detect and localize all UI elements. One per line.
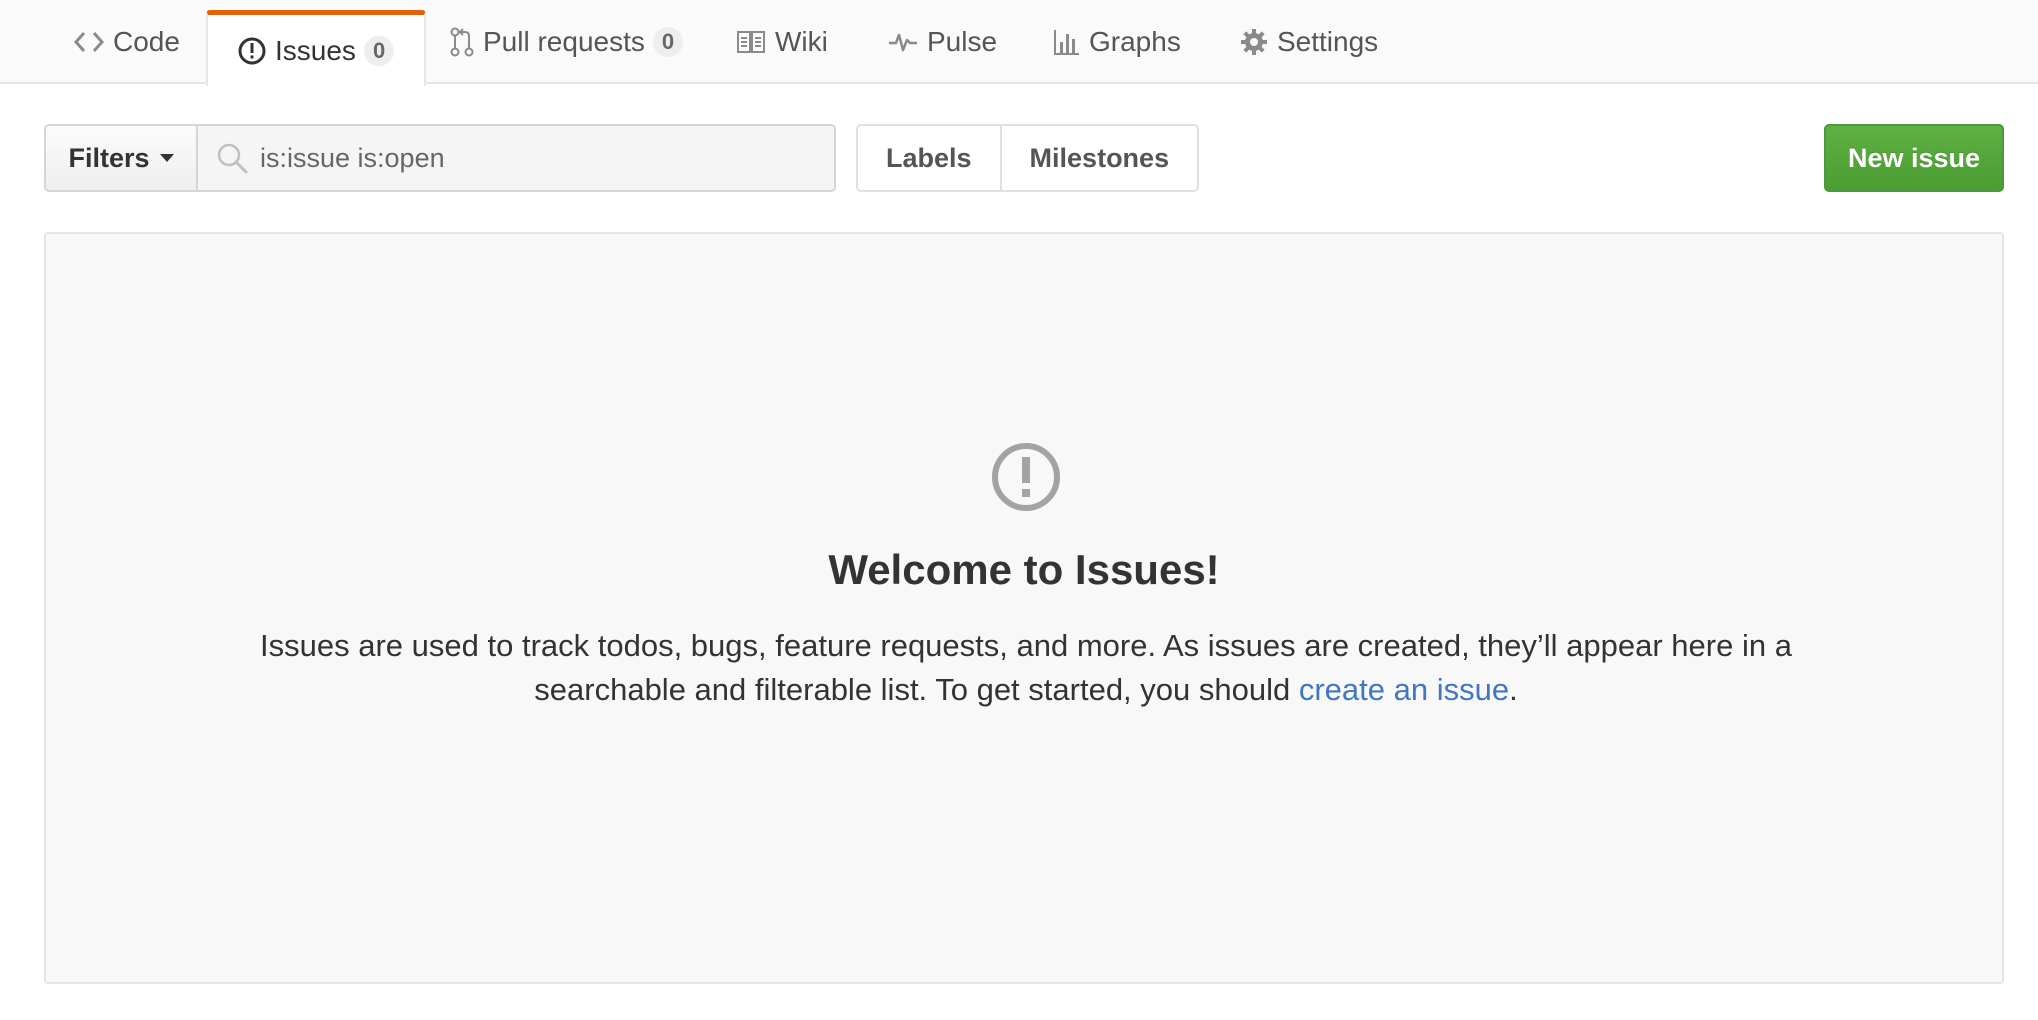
create-issue-link[interactable]: create an issue	[1299, 672, 1509, 707]
tab-code-label: Code	[113, 26, 180, 57]
tab-pulse-label: Pulse	[927, 26, 998, 57]
tab-issues[interactable]: Issues 0	[206, 10, 427, 86]
tab-pulse[interactable]: Pulse	[888, 0, 997, 84]
filters-search-group: Filters	[44, 124, 836, 192]
blankslate-description: Issues are used to track todos, bugs, fe…	[186, 624, 1866, 712]
blankslate-description-end: .	[1509, 672, 1518, 707]
tab-code[interactable]: Code	[74, 0, 180, 84]
new-issue-button[interactable]: New issue	[1824, 124, 2004, 192]
issue-opened-icon	[238, 37, 266, 65]
tab-settings[interactable]: Settings	[1240, 0, 1378, 84]
labels-button[interactable]: Labels	[858, 126, 1000, 190]
caret-down-icon	[159, 154, 174, 162]
tab-wiki-label: Wiki	[775, 26, 828, 57]
pulse-icon	[888, 30, 918, 54]
tab-pull-requests-label: Pull requests	[483, 26, 645, 57]
milestones-button[interactable]: Milestones	[999, 126, 1198, 190]
tab-graphs-label: Graphs	[1089, 26, 1181, 57]
book-icon	[736, 30, 766, 54]
issues-count-badge: 0	[363, 35, 395, 66]
labels-milestones-group: Labels Milestones	[856, 124, 1200, 192]
graph-icon	[1052, 28, 1080, 56]
blankslate-description-text: Issues are used to track todos, bugs, fe…	[260, 628, 1792, 707]
filters-button-label: Filters	[68, 142, 150, 173]
search-icon	[216, 142, 250, 181]
blankslate-title: Welcome to Issues!	[828, 546, 1220, 593]
issues-subnav: Filters Labels Milestones New issue	[0, 124, 2038, 192]
search-field	[198, 124, 836, 192]
tab-graphs[interactable]: Graphs	[1052, 0, 1181, 84]
search-input[interactable]	[198, 126, 834, 190]
tab-pull-requests[interactable]: Pull requests 0	[450, 0, 684, 84]
repo-tabnav: Code Issues 0 Pull requests 0 Wiki Pulse…	[0, 0, 2038, 86]
filters-button[interactable]: Filters	[44, 124, 198, 192]
issue-opened-icon	[991, 442, 1061, 517]
gear-icon	[1240, 28, 1268, 56]
pull-requests-count-badge: 0	[652, 27, 684, 57]
git-pull-request-icon	[450, 27, 474, 57]
issues-blankslate: Welcome to Issues! Issues are used to tr…	[44, 232, 2004, 984]
tab-settings-label: Settings	[1277, 26, 1379, 57]
tab-wiki[interactable]: Wiki	[736, 0, 828, 84]
tab-issues-label: Issues	[275, 34, 356, 66]
code-icon	[74, 31, 104, 53]
